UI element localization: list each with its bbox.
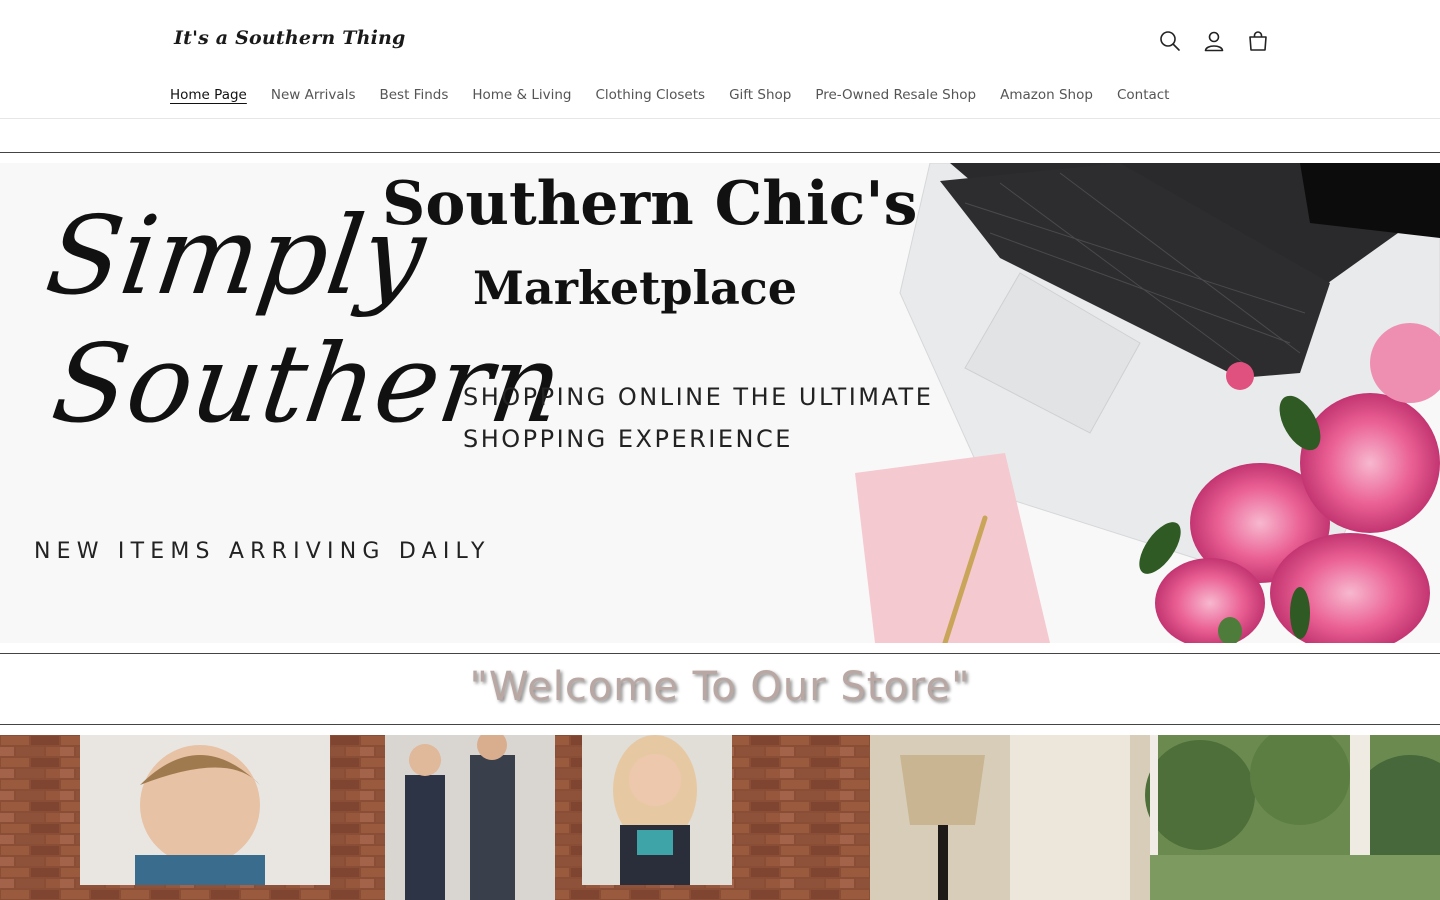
- nav-pre-owned-resale-shop[interactable]: Pre-Owned Resale Shop: [803, 84, 988, 106]
- nav-clothing-closets[interactable]: Clothing Closets: [584, 84, 718, 106]
- nav-home-living[interactable]: Home & Living: [460, 84, 583, 106]
- hero-banner[interactable]: Simply Southern Southern Chic's Marketpl…: [0, 163, 1440, 643]
- home-photo-illustration: [0, 735, 1440, 900]
- main-nav: Home Page New Arrivals Best Finds Home &…: [158, 84, 1181, 106]
- nav-gift-shop[interactable]: Gift Shop: [717, 84, 803, 106]
- hero-title: Southern Chic's: [382, 169, 918, 239]
- header-icons: [1158, 28, 1270, 54]
- nav-contact[interactable]: Contact: [1105, 84, 1182, 106]
- section-divider: [0, 653, 1440, 654]
- hero-tagline-2: SHOPPING EXPERIENCE: [463, 425, 793, 453]
- nav-amazon-shop[interactable]: Amazon Shop: [988, 84, 1105, 106]
- hero-script-simply: Simply: [39, 194, 433, 319]
- hero-subtitle: Marketplace: [473, 261, 798, 315]
- site-header: It's a Southern Thing Home Page New Arri…: [0, 0, 1440, 119]
- section-divider: [0, 152, 1440, 153]
- search-icon[interactable]: [1158, 28, 1182, 54]
- cart-icon[interactable]: [1246, 28, 1270, 54]
- featured-image[interactable]: [0, 735, 1440, 900]
- hero-tagline-1: SHOPPING ONLINE THE ULTIMATE: [463, 383, 934, 411]
- nav-home-page[interactable]: Home Page: [158, 84, 259, 106]
- nav-new-arrivals[interactable]: New Arrivals: [259, 84, 368, 106]
- hero-new-items: NEW ITEMS ARRIVING DAILY: [34, 539, 491, 564]
- welcome-heading: "Welcome To Our Store": [469, 664, 971, 710]
- site-logo[interactable]: It's a Southern Thing: [174, 27, 406, 49]
- section-divider: [0, 724, 1440, 725]
- nav-best-finds[interactable]: Best Finds: [367, 84, 460, 106]
- account-icon[interactable]: [1202, 28, 1226, 54]
